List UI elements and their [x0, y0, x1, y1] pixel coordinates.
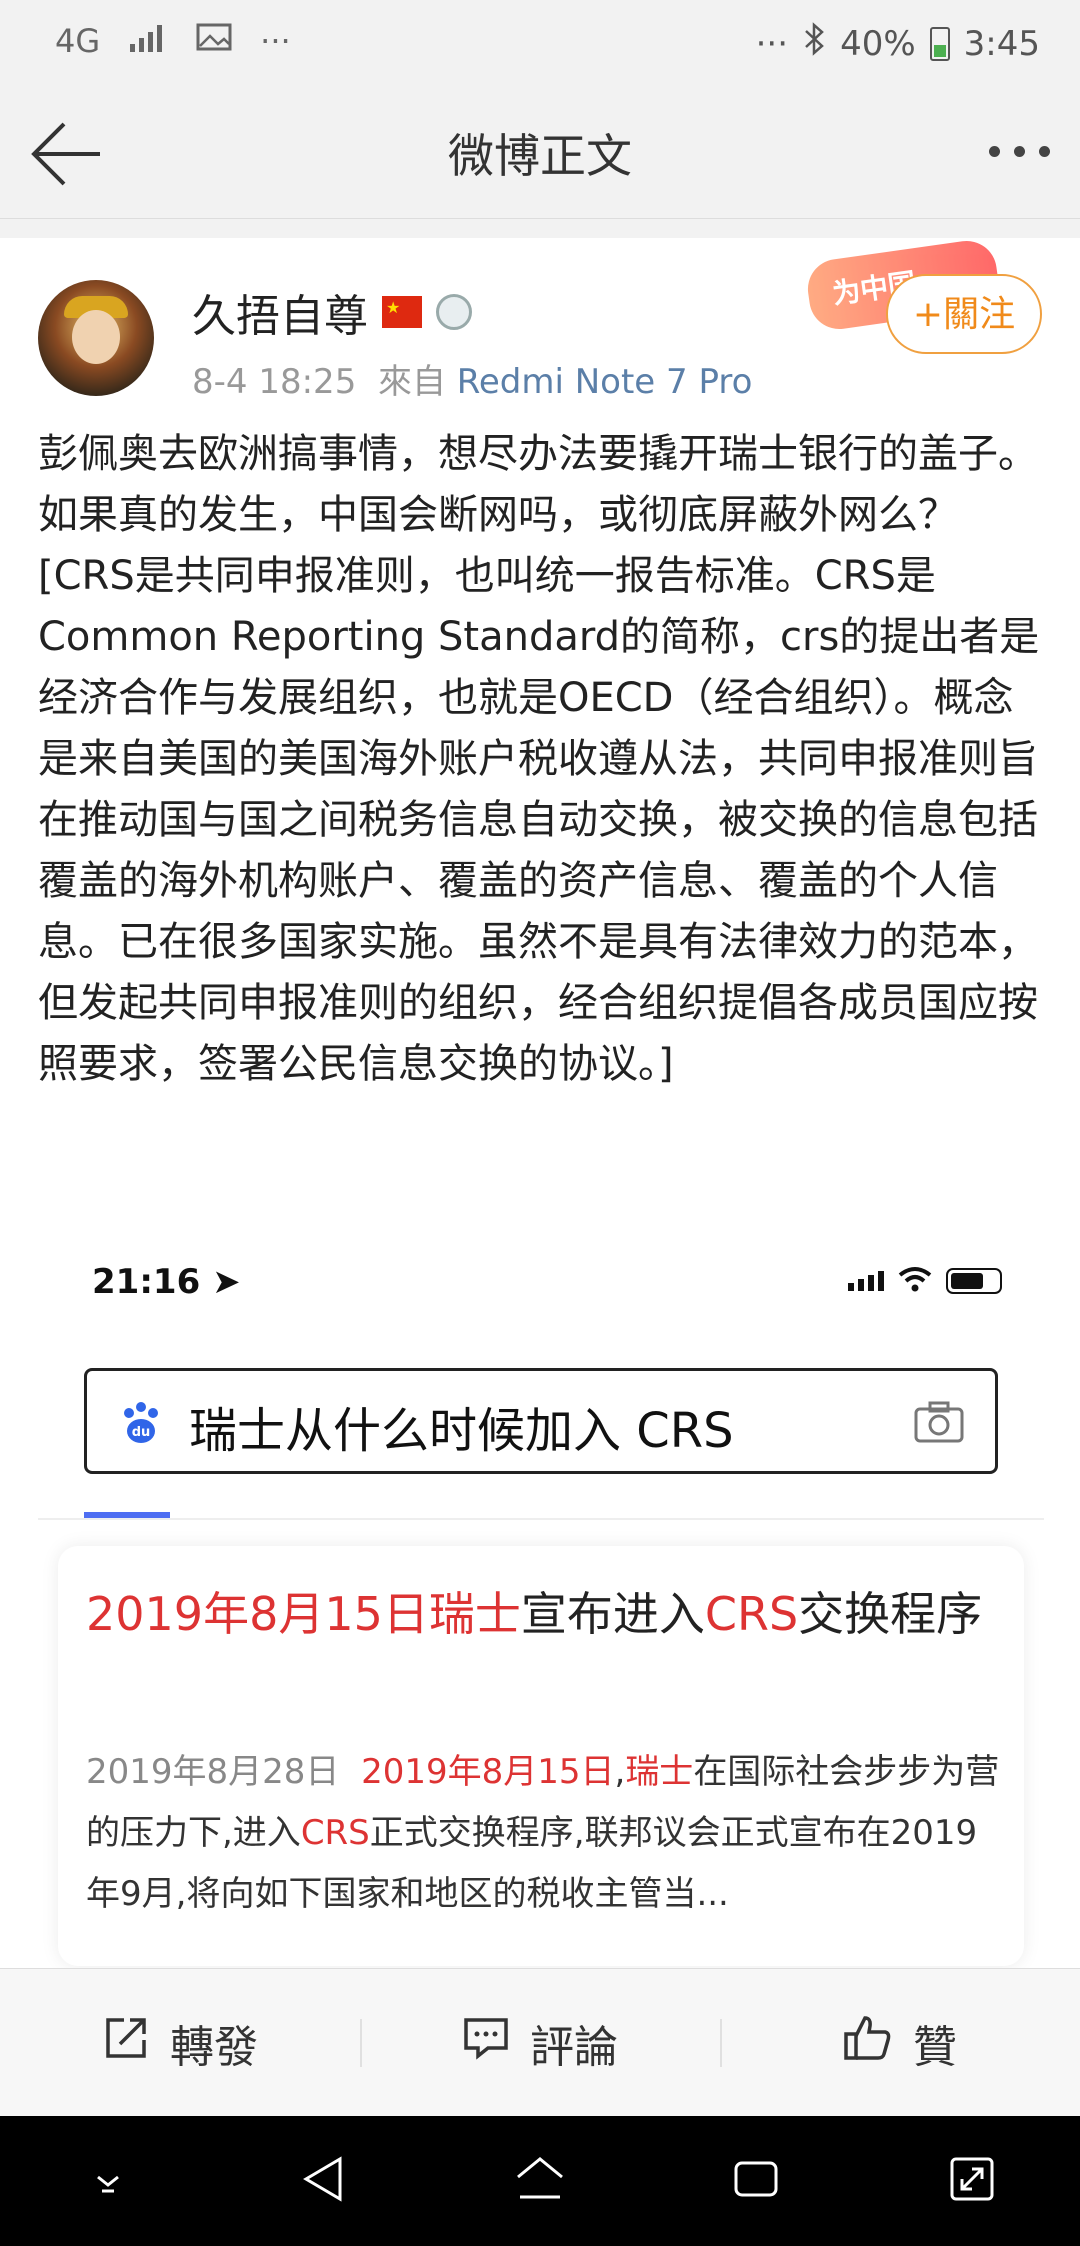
post-paragraph: [CRS是共同申报准则，也叫统一报告标准。CRS是Common Reportin…: [38, 553, 1040, 1087]
post-meta: 8-4 18:25 來自 Redmi Note 7 Pro: [192, 354, 752, 403]
more-status-icon: ···: [755, 23, 789, 64]
top-nav-bar: 微博正文: [0, 90, 1080, 219]
embedded-search-query: 瑞士从什么时候加入 CRS: [189, 1403, 734, 1459]
battery-icon: [929, 26, 950, 61]
result-date: 2019年8月28日: [86, 1752, 340, 1792]
action-bar: 轉發 評論 贊: [0, 1968, 1080, 2117]
like-label: 贊: [913, 2022, 957, 2073]
comment-label: 評論: [530, 2022, 618, 2073]
image-icon: [196, 22, 232, 60]
author-name[interactable]: 久捂自尊: [192, 280, 472, 344]
page-title: 微博正文: [448, 129, 632, 183]
result-title-highlight: CRS: [704, 1587, 799, 1641]
more-options-icon[interactable]: [989, 146, 1050, 157]
result-desc-text: ,: [614, 1752, 626, 1792]
result-desc-highlight: 瑞士: [625, 1752, 694, 1792]
post-source[interactable]: Redmi Note 7 Pro: [457, 362, 753, 402]
embedded-search-box: du 瑞士从什么时候加入 CRS: [84, 1368, 998, 1474]
nav-recents-icon[interactable]: [724, 2147, 788, 2215]
result-desc-highlight: 2019年8月15日: [361, 1752, 615, 1792]
author-name-text[interactable]: 久捂自尊: [192, 280, 368, 344]
china-flag-icon: [382, 296, 422, 328]
comment-button[interactable]: 評論: [360, 1969, 720, 2117]
embedded-status-icons: [848, 1266, 1002, 1296]
comment-icon: [462, 2014, 510, 2073]
like-button[interactable]: 贊: [720, 1969, 1080, 2117]
post-card: 久捂自尊 8-4 18:25 來自 Redmi Note 7 Pro 为中国 +…: [0, 238, 1080, 1968]
svg-text:du: du: [132, 1425, 151, 1440]
status-time: 3:45: [963, 23, 1040, 64]
embedded-signal-icon: [848, 1271, 884, 1291]
post-timestamp: 8-4 18:25: [192, 362, 357, 402]
baidu-paw-icon: du: [117, 1399, 165, 1447]
camera-icon: [913, 1399, 965, 1445]
signal-icon: [128, 22, 168, 60]
result-title-text: 宣布进入: [520, 1587, 705, 1641]
nav-home-icon[interactable]: [508, 2147, 572, 2215]
nav-back-icon[interactable]: [292, 2147, 356, 2215]
result-title-text: 交换程序: [798, 1587, 983, 1641]
thumbs-up-icon: [843, 2014, 893, 2073]
embedded-wifi-icon: [898, 1266, 932, 1296]
chevron-down-icon[interactable]: [76, 2147, 140, 2215]
expand-icon[interactable]: [940, 2147, 1004, 2215]
result-desc-highlight: CRS: [300, 1813, 370, 1853]
repost-label: 轉發: [170, 2022, 258, 2073]
source-prefix: 來自: [377, 362, 446, 402]
embedded-time-text: 21:16: [92, 1262, 201, 1302]
result-title-highlight: 2019年8月15日瑞士: [86, 1587, 521, 1641]
follow-button[interactable]: +關注: [886, 274, 1042, 354]
embedded-battery-icon: [946, 1268, 1002, 1294]
embedded-status-time: 21:16 ➤: [92, 1262, 241, 1302]
result-title: 2019年8月15日瑞士宣布进入CRS交换程序: [86, 1582, 986, 1646]
status-bar: 4G ··· ··· 40% 3:45: [0, 0, 1080, 90]
repost-icon: [102, 2014, 150, 2073]
repost-button[interactable]: 轉發: [0, 1969, 360, 2117]
medal-icon: [436, 294, 472, 330]
location-arrow-icon: ➤: [212, 1262, 241, 1302]
network-indicator: 4G: [55, 22, 101, 60]
bluetooth-icon: [802, 22, 826, 65]
post-image[interactable]: 21:16 ➤ du 瑞士从什么时候加入 CRS 2019年8月15日瑞士宣布进…: [38, 1238, 1044, 1968]
system-nav-bar: [0, 2116, 1080, 2246]
post-text: 彭佩奥去欧洲搞事情，想尽办法要撬开瑞士银行的盖子。如果真的发生，中国会断网吗，或…: [38, 424, 1048, 1095]
more-notifications-icon: ···: [260, 22, 291, 60]
post-paragraph: 彭佩奥去欧洲搞事情，想尽办法要撬开瑞士银行的盖子。如果真的发生，中国会断网吗，或…: [38, 431, 1038, 538]
embedded-search-result: 2019年8月15日瑞士宣布进入CRS交换程序 2019年8月28日 2019年…: [58, 1546, 1024, 1966]
avatar[interactable]: [38, 280, 154, 396]
battery-percent: 40%: [840, 23, 916, 64]
embedded-separator: [38, 1518, 1044, 1520]
result-description: 2019年8月28日 2019年8月15日,瑞士在国际社会步步为营的压力下,进入…: [86, 1742, 1006, 1925]
